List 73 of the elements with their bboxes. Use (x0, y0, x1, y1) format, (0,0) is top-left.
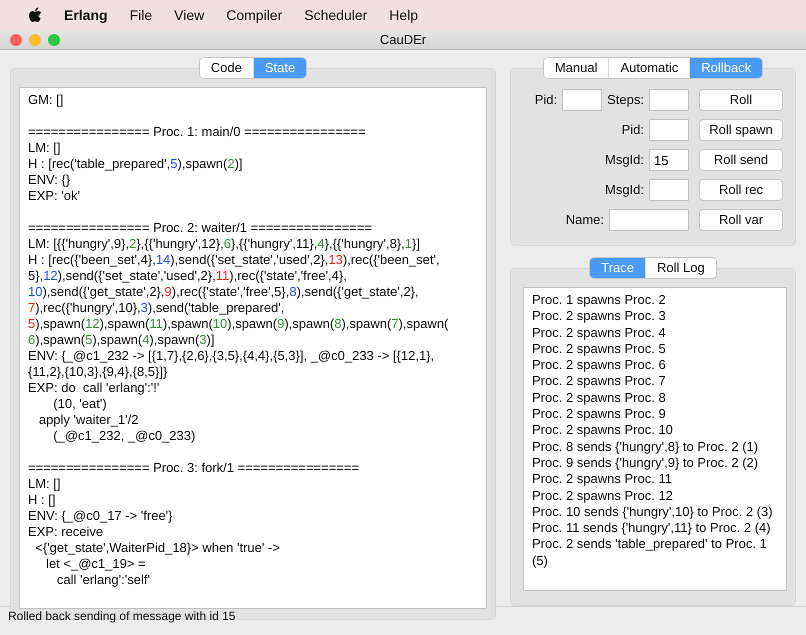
input-field[interactable] (649, 119, 689, 141)
trace-entry: Proc. 2 spawns Proc. 7 (532, 373, 667, 390)
code-line: H : [rec({'been_set',4},14),send({'set_state','used',2},13),rec({'been_set', (28, 252, 441, 268)
trace-entry: Proc. 2 spawns Proc. 10 (532, 422, 674, 439)
trace-entry: Proc. 2 sends 'table_prepared' to Proc. 1 (5) (532, 536, 768, 570)
code-line: ================ Proc. 3: fork/1 ================ (28, 460, 360, 476)
roll-button[interactable]: Roll (699, 89, 783, 111)
trace-entry: Proc. 11 sends {'hungry',11} to Proc. 2 (4) (532, 520, 772, 536)
trace-entry: Proc. 10 sends {'hungry',10} to Proc. 2 (3) (532, 504, 774, 520)
code-line: 5},12),send({'set_state','used',2},11),rec({'state','free',4}, (28, 268, 348, 284)
input-field[interactable] (649, 89, 689, 111)
code-line: H : [rec('table_prepared',5),spawn(2)] (28, 156, 244, 172)
input-field[interactable]: 15 (649, 149, 689, 171)
trace-entry: Proc. 2 spawns Proc. 9 (532, 406, 667, 422)
code-line: LM: [] (28, 476, 62, 492)
code-line: H : [] (28, 492, 56, 508)
code-line: {11,2},{10,3},{9,4},{8,5}]} (28, 364, 168, 380)
code-line: ENV: {} (28, 172, 72, 188)
menu-item[interactable]: Help (389, 4, 418, 26)
zoom-button[interactable] (48, 34, 60, 46)
trace-entry: Proc. 2 spawns Proc. 4 (532, 324, 667, 341)
trace-entry: Proc. 2 spawns Proc. 6 (532, 357, 667, 374)
field-label: MsgId: (604, 181, 644, 200)
trace-entry: Proc. 8 sends {'hungry',8} to Proc. 2 (1) (532, 438, 760, 455)
code-line: EXP: 'ok' (28, 188, 81, 204)
code-line: 6),spawn(5),spawn(4),spawn(3)] (28, 332, 216, 348)
apple-logo-icon[interactable] (28, 7, 42, 23)
field-label: Name: (566, 211, 604, 230)
input-field[interactable] (609, 209, 689, 231)
trace-entry: Proc. 9 sends {'hungry',9} to Proc. 2 (2) (532, 454, 760, 472)
minimize-button[interactable] (29, 34, 41, 46)
code-line: ENV: {_@c0_17 -> 'free'} (28, 508, 174, 524)
code-line: 10),send({'get_state',2},9),rec({'state','free',5},8),send({'get_state',2}, (28, 284, 420, 300)
field-label: MsgId: (604, 151, 644, 170)
code-line: LM: [{{'hungry',9},2},{{'hungry',12},6},{{'hungry',11},4},{{'hungry',8},1}] (28, 236, 421, 252)
code-line: 7),rec({'hungry',10},3),send('table_prepared', (28, 300, 286, 316)
menu-item[interactable]: Compiler (226, 4, 282, 26)
input-field[interactable] (649, 179, 689, 201)
code-line: EXP: do call 'erlang':'!' (28, 380, 160, 396)
code-line: ENV: {_@c1_232 -> [{1,7},{2,6},{3,5},{4,4},{5,3}], _@c0_233 -> [{12,1}, (28, 348, 436, 364)
trace-entry: Proc. 2 spawns Proc. 5 (532, 340, 667, 358)
roll-button[interactable]: Roll var (699, 209, 783, 231)
code-line: call 'erlang':'self' (56, 572, 151, 588)
code-line: let <_@c1_19> = (45, 556, 147, 572)
code-line: LM: [] (28, 140, 62, 156)
field-label: Pid: (622, 121, 644, 140)
roll-button[interactable]: Roll rec (699, 179, 783, 201)
menu-item[interactable]: File (130, 4, 152, 26)
roll-button[interactable]: Roll spawn (699, 119, 783, 141)
code-line: ================ Proc. 1: main/0 ================ (28, 124, 367, 140)
trace-entry: Proc. 1 spawns Proc. 2 (532, 292, 667, 308)
close-button[interactable] (10, 34, 22, 46)
window-title: CauDEr (380, 30, 426, 49)
roll-button[interactable]: Roll send (699, 149, 783, 171)
app-menu[interactable]: Erlang (64, 4, 108, 26)
code-line: EXP: receive (28, 524, 104, 540)
code-line: <{'get_state',WaiterPid_18}> when 'true' -> (34, 540, 281, 556)
trace-entry: Proc. 2 spawns Proc. 3 (532, 308, 667, 325)
trace-entry: Proc. 2 spawns Proc. 12 (532, 488, 674, 504)
trace-entry: Proc. 2 spawns Proc. 8 (532, 390, 667, 406)
field-label: Steps: (607, 91, 644, 110)
tab[interactable]: Roll Log (645, 258, 716, 278)
menu-item[interactable]: Scheduler (304, 4, 368, 26)
code-line: GM: [] (28, 92, 64, 108)
code-line: ================ Proc. 2: waiter/1 ================ (28, 220, 374, 236)
code-line: (10, 'eat') (52, 396, 108, 412)
menu-item[interactable]: View (174, 4, 204, 26)
code-line: 5),spawn(12),spawn(11),spawn(10),spawn(9),spawn(8),spawn(7),spawn( (28, 316, 450, 332)
field-label: Pid: (534, 91, 558, 110)
code-line: (_@c1_232, _@c0_233) (52, 428, 196, 444)
trace-entry: Proc. 2 spawns Proc. 11 (532, 471, 673, 488)
code-line: apply 'waiter_1'/2 (38, 412, 140, 428)
input-field[interactable] (562, 89, 602, 111)
